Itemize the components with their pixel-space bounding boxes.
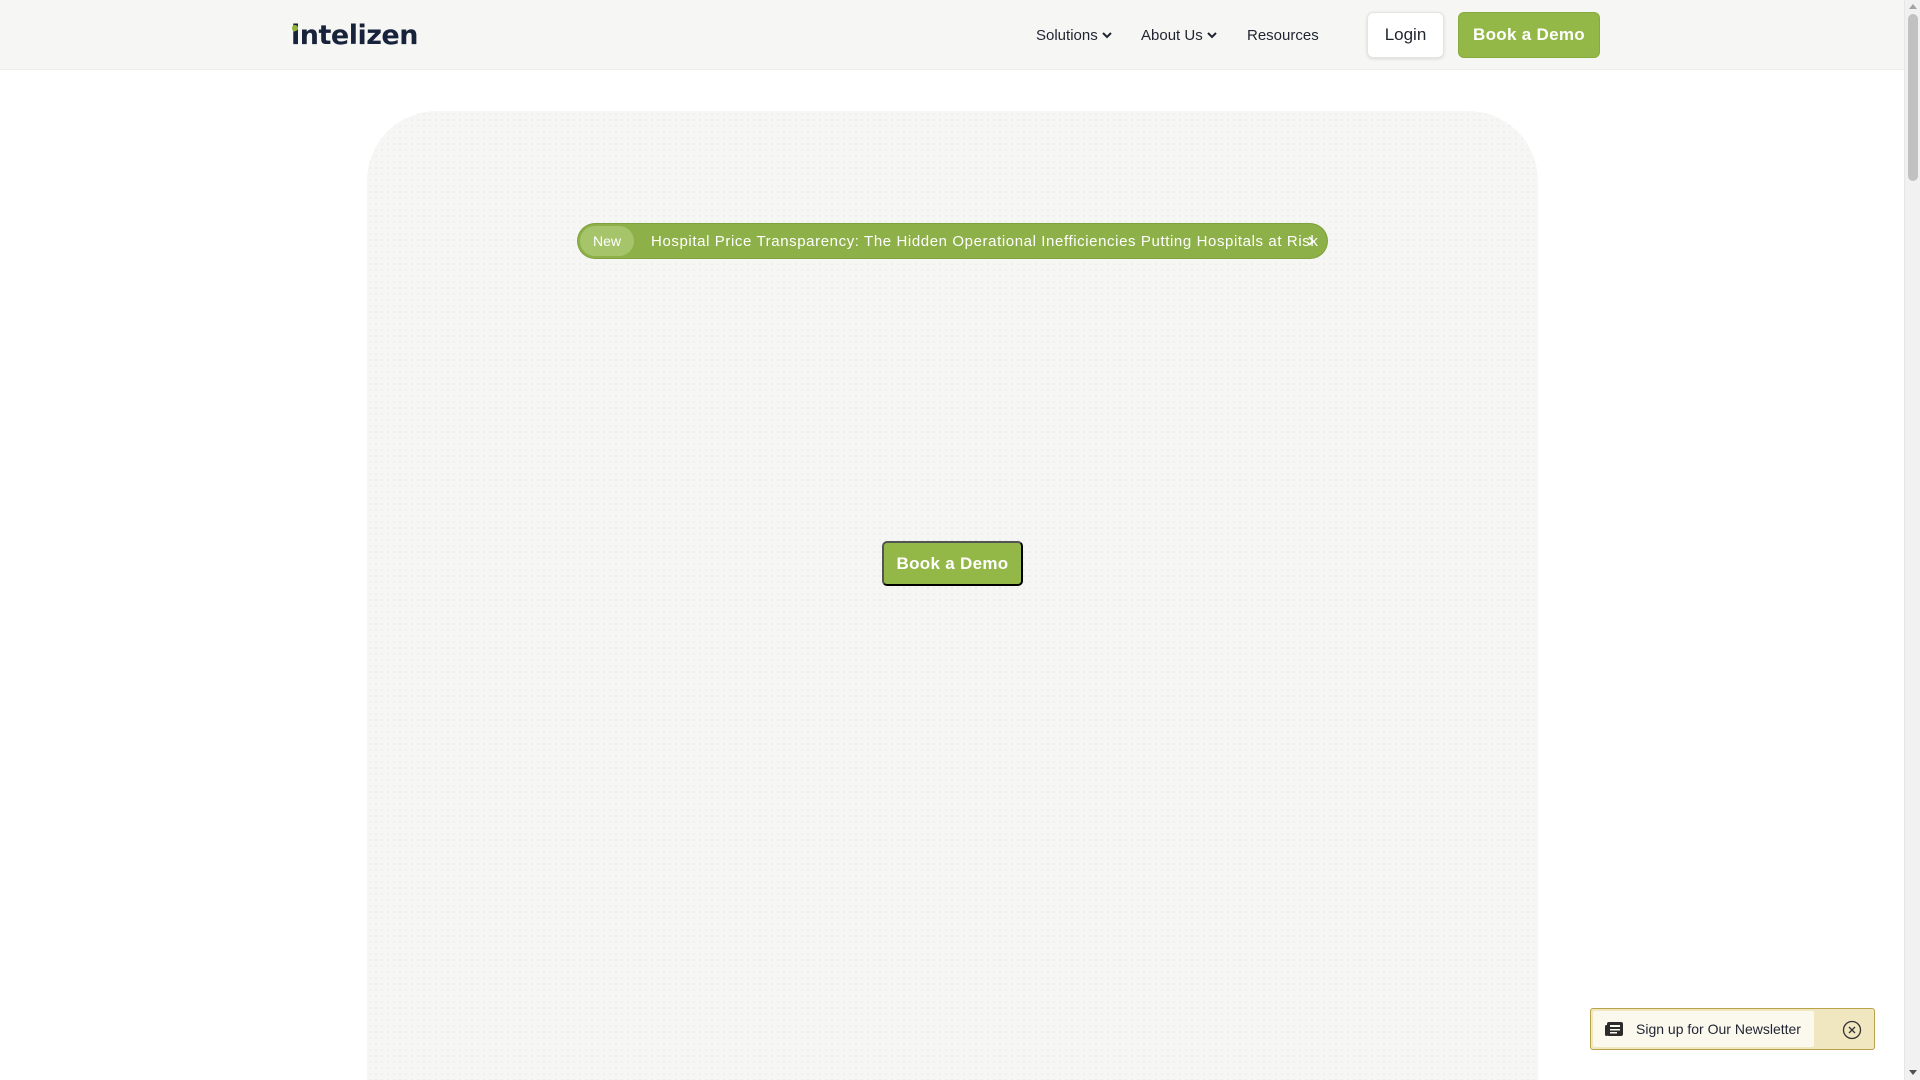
logo-text: intelizen (291, 20, 418, 51)
nav-solutions-label: Solutions (1036, 26, 1098, 44)
login-button[interactable]: Login (1367, 12, 1444, 58)
nav-about-us[interactable]: About Us (1141, 0, 1218, 70)
nav-resources[interactable]: Resources (1247, 0, 1319, 70)
page: intelizen Solutions About Us Resources L… (0, 0, 1920, 1080)
nav-resources-label: Resources (1247, 26, 1319, 44)
chevron-right-icon (1308, 236, 1315, 246)
vertical-scrollbar[interactable] (1904, 0, 1920, 1080)
book-demo-header-button[interactable]: Book a Demo (1458, 12, 1600, 58)
scroll-thumb[interactable] (1908, 14, 1918, 181)
newsletter-widget: Sign up for Our Newsletter (1590, 1008, 1875, 1050)
newsletter-label: Sign up for Our Newsletter (1636, 1021, 1801, 1037)
site-logo[interactable]: intelizen (291, 20, 418, 52)
chevron-down-icon (1206, 32, 1217, 39)
scroll-down-arrow-icon[interactable] (1909, 1070, 1917, 1075)
site-header: intelizen Solutions About Us Resources L… (0, 0, 1904, 70)
chevron-down-icon (1102, 32, 1112, 39)
nav-about-label: About Us (1141, 26, 1203, 44)
newsletter-signup-button[interactable]: Sign up for Our Newsletter (1593, 1011, 1814, 1047)
announcement-banner[interactable]: New Hospital Price Transparency: The Hid… (578, 224, 1327, 258)
newspaper-icon (1605, 1022, 1623, 1036)
scroll-up-arrow-icon[interactable] (1909, 4, 1917, 9)
close-circle-icon[interactable] (1842, 1020, 1862, 1040)
new-badge: New (580, 226, 635, 256)
nav-solutions[interactable]: Solutions (1036, 0, 1113, 70)
book-demo-hero-button[interactable]: Book a Demo (882, 541, 1023, 586)
announcement-text: Hospital Price Transparency: The Hidden … (651, 232, 1319, 250)
